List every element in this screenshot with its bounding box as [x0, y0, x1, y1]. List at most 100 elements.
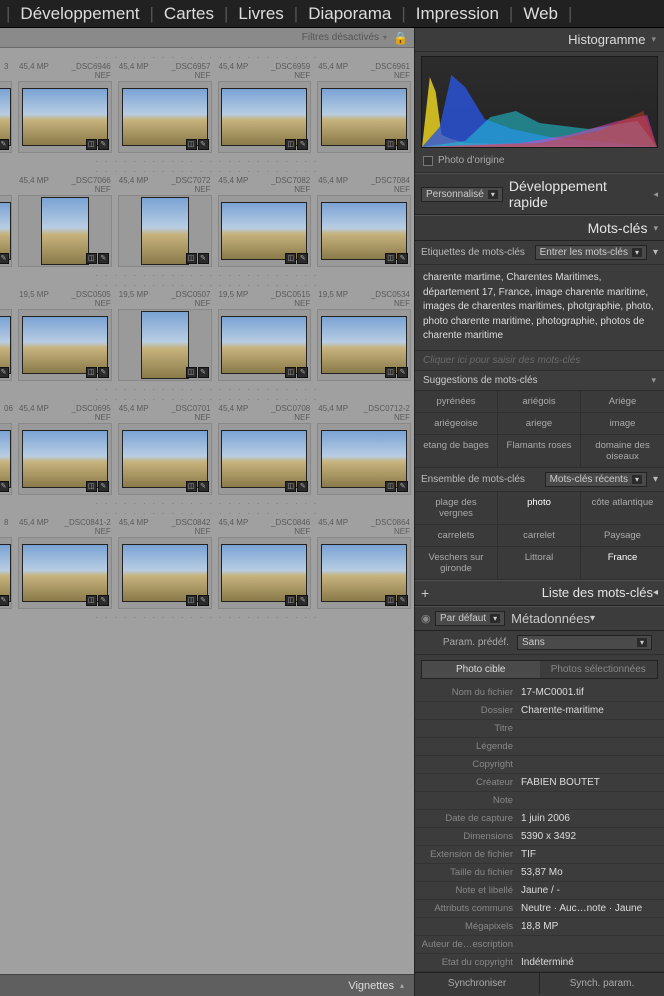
quick-develop-preset-dropdown[interactable]: Personnalisé▾: [421, 187, 503, 202]
thumbnail-cell[interactable]: 45,4 MP_DSC7066NEF◫✎: [15, 176, 115, 268]
metadata-value[interactable]: 17-MC0001.tif: [521, 687, 658, 698]
keyword-chip[interactable]: ariege: [498, 413, 581, 435]
thumbnail[interactable]: ◫✎: [218, 195, 312, 267]
thumbnail-cell[interactable]: 45,4 MP_DSC7072NEF◫✎: [115, 176, 215, 268]
keyword-chip[interactable]: Paysage: [581, 525, 664, 547]
tab-target-photo[interactable]: Photo cible: [422, 661, 540, 678]
thumbnail[interactable]: ◫✎: [218, 423, 312, 495]
metadata-value[interactable]: Charente-maritime: [521, 705, 658, 716]
thumbnail-cell[interactable]: 45,4 MP_DSC6946NEF◫✎: [15, 62, 115, 154]
filter-label[interactable]: Filtres désactivés: [302, 32, 379, 43]
thumbnail-cell[interactable]: 45,4 MP_DSC0846NEF◫✎: [215, 518, 315, 610]
original-photo-checkbox[interactable]: [423, 156, 433, 166]
metadata-value[interactable]: [521, 723, 658, 734]
keyword-chip[interactable]: côte atlantique: [581, 492, 664, 525]
thumbnail-cell[interactable]: 19,5 MP_DSC0534NEF◫✎: [314, 290, 414, 382]
histogram-header[interactable]: Histogramme ▾: [415, 28, 664, 52]
thumbnail-cell[interactable]: 45,4 MP_DSC0864NEF◫✎: [314, 518, 414, 610]
keyword-chip[interactable]: Ariège: [581, 391, 664, 413]
keyword-chip[interactable]: carrelets: [415, 525, 498, 547]
keyword-chip[interactable]: plage des vergnes: [415, 492, 498, 525]
nav-livres[interactable]: Livres: [230, 4, 291, 24]
thumbnail-cell[interactable]: 45,4 MP_DSC0708NEF◫✎: [215, 404, 315, 496]
metadata-value[interactable]: [521, 939, 658, 950]
thumbnail[interactable]: ◫✎: [317, 537, 411, 609]
keyword-input[interactable]: Cliquer ici pour saisir des mots-clés: [415, 351, 664, 371]
thumbnail-cell[interactable]: 45,4 MP_DSC0712-2NEF◫✎: [314, 404, 414, 496]
lock-icon[interactable]: 🔒: [393, 31, 408, 45]
vignettes-label[interactable]: Vignettes: [348, 980, 394, 992]
metadata-header[interactable]: ◉ Par défaut▾ Métadonnées ▾: [415, 606, 664, 631]
thumbnail[interactable]: ◫✎: [218, 81, 312, 153]
keyword-chip[interactable]: Littoral: [498, 547, 581, 580]
keyword-chip[interactable]: pyrénées: [415, 391, 498, 413]
metadata-value[interactable]: 18,8 MP: [521, 921, 658, 932]
keyword-chip[interactable]: Veschers sur gironde: [415, 547, 498, 580]
sync-param-button[interactable]: Synch. param.: [540, 973, 664, 994]
thumbnail-cell[interactable]: 45,4 MP_DSC0695NEF◫✎: [15, 404, 115, 496]
thumbnail[interactable]: ◫✎: [317, 309, 411, 381]
keyword-mode-dropdown[interactable]: Entrer les mots-clés▾: [535, 245, 647, 260]
thumbnail[interactable]: ◫✎: [317, 423, 411, 495]
thumbnail[interactable]: ◫✎: [18, 195, 112, 267]
thumbnail-cell[interactable]: 45,4 MP_DSC0841-2NEF◫✎: [15, 518, 115, 610]
thumbnail-cell[interactable]: 19,5 MP_DSC0507NEF◫✎: [115, 290, 215, 382]
thumbnail-cell[interactable]: 45,4 MP_DSC0842NEF◫✎: [115, 518, 215, 610]
thumbnail-grid[interactable]: · · · · · · · · · · · · · · · · · · · · …: [0, 48, 414, 974]
metadata-value[interactable]: 1 juin 2006: [521, 813, 658, 824]
metadata-value[interactable]: FABIEN BOUTET: [521, 777, 658, 788]
metadata-value[interactable]: [521, 759, 658, 770]
keywords-header[interactable]: Mots-clés ▾: [415, 215, 664, 241]
keyword-text[interactable]: charente martime, Charentes Maritimes, d…: [415, 265, 664, 351]
keyword-chip[interactable]: Flamants roses: [498, 435, 581, 468]
metadata-preset-dropdown[interactable]: Par défaut▾: [435, 611, 505, 626]
metadata-value[interactable]: [521, 741, 658, 752]
thumbnail[interactable]: ◫✎: [118, 309, 212, 381]
metadata-value[interactable]: Neutre · Auc…note · Jaune: [521, 903, 658, 914]
thumbnail[interactable]: ◫✎: [118, 423, 212, 495]
plus-icon[interactable]: +: [421, 585, 437, 601]
thumbnail-cell[interactable]: 45,4 MP_DSC6959NEF◫✎: [215, 62, 315, 154]
thumbnail-cell[interactable]: 45,4 MP_DSC6961NEF◫✎: [314, 62, 414, 154]
keyword-chip[interactable]: photo: [498, 492, 581, 525]
eye-icon[interactable]: ◉: [421, 612, 435, 625]
thumbnail-cell[interactable]: 45,4 MP_DSC7084NEF◫✎: [314, 176, 414, 268]
thumbnail[interactable]: ◫✎: [18, 309, 112, 381]
keyword-chip[interactable]: carrelet: [498, 525, 581, 547]
sync-button[interactable]: Synchroniser: [415, 973, 540, 994]
thumbnail-cell[interactable]: 45,4 MP_DSC7082NEF◫✎: [215, 176, 315, 268]
vignettes-dropdown-icon[interactable]: ▴: [400, 981, 404, 990]
thumbnail-cell[interactable]: 19,5 MP_DSC0505NEF◫✎: [15, 290, 115, 382]
quick-develop-header[interactable]: Personnalisé▾ Développement rapide ◂: [415, 173, 664, 215]
nav-impression[interactable]: Impression: [408, 4, 507, 24]
nav-developpement[interactable]: Développement: [12, 4, 147, 24]
thumbnail[interactable]: ◫✎: [18, 423, 112, 495]
keyword-set-dropdown[interactable]: Mots-clés récents▾: [545, 472, 647, 487]
metadata-value[interactable]: [521, 795, 658, 806]
thumbnail-cell[interactable]: 45,4 MP_DSC6957NEF◫✎: [115, 62, 215, 154]
nav-web[interactable]: Web: [515, 4, 566, 24]
metadata-value[interactable]: Indéterminé: [521, 957, 658, 968]
metadata-value[interactable]: 5390 x 3492: [521, 831, 658, 842]
metadata-value[interactable]: TIF: [521, 849, 658, 860]
thumbnail[interactable]: ◫✎: [118, 537, 212, 609]
thumbnail[interactable]: ◫✎: [18, 537, 112, 609]
thumbnail-cell[interactable]: 45,4 MP_DSC0701NEF◫✎: [115, 404, 215, 496]
keyword-chip[interactable]: ariégeoise: [415, 413, 498, 435]
metadata-value[interactable]: 53,87 Mo: [521, 867, 658, 878]
histogram[interactable]: [421, 56, 658, 148]
thumbnail-cell[interactable]: 19,5 MP_DSC0515NEF◫✎: [215, 290, 315, 382]
thumbnail[interactable]: ◫✎: [317, 81, 411, 153]
nav-diaporama[interactable]: Diaporama: [300, 4, 399, 24]
filter-dropdown-icon[interactable]: ▾: [383, 33, 387, 42]
keyword-chip[interactable]: domaine des oiseaux: [581, 435, 664, 468]
thumbnail[interactable]: ◫✎: [118, 81, 212, 153]
keyword-chip[interactable]: image: [581, 413, 664, 435]
thumbnail[interactable]: ◫✎: [317, 195, 411, 267]
tab-selected-photos[interactable]: Photos sélectionnées: [540, 661, 658, 678]
keyword-chip[interactable]: ariégois: [498, 391, 581, 413]
thumbnail[interactable]: ◫✎: [218, 309, 312, 381]
thumbnail[interactable]: ◫✎: [118, 195, 212, 267]
keyword-chip[interactable]: etang de bages: [415, 435, 498, 468]
thumbnail[interactable]: ◫✎: [218, 537, 312, 609]
